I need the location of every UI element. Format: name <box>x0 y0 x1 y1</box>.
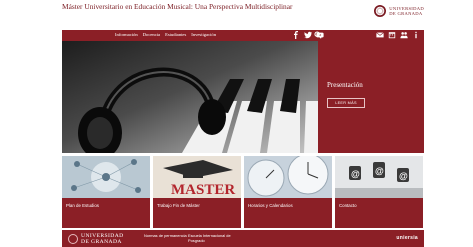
university-logo[interactable]: UNIVERSIDAD DE GRANADA <box>374 5 424 17</box>
master-cap-image: MASTER <box>153 156 241 198</box>
site-title[interactable]: Máster Universitario en Educación Musica… <box>62 3 302 11</box>
university-name-line2: DE GRANADA <box>389 11 423 16</box>
chess-at-sign-image: @ @ @ <box>335 156 423 198</box>
users-icon[interactable] <box>400 31 408 39</box>
nav-tools <box>314 31 420 39</box>
footer-university-name: UNIVERSIDAD DE GRANADA <box>81 233 124 245</box>
tile-trabajo-fin-de-master[interactable]: MASTER Trabajo Fin de Máster <box>153 156 241 228</box>
hero-piano-headphones-image <box>62 41 318 153</box>
university-seal-icon <box>374 5 387 17</box>
nav-item-docencia[interactable]: Docencia <box>143 32 160 37</box>
read-more-button[interactable]: LEER MÁS <box>327 98 365 108</box>
feature-tiles: Plan de Estudios MASTER Trabajo Fin de M… <box>62 156 424 228</box>
svg-text:MASTER: MASTER <box>171 182 235 198</box>
nav-links: Información Docencia Estudiantes Investi… <box>115 32 216 37</box>
tile-label: Plan de Estudios <box>66 203 99 208</box>
footer-university-logo[interactable]: UNIVERSIDAD DE GRANADA <box>68 233 124 245</box>
footer-university-name-line2: DE GRANADA <box>81 239 122 245</box>
tile-label: Trabajo Fin de Máster <box>157 203 200 208</box>
tile-plan-de-estudios[interactable]: Plan de Estudios <box>62 156 150 228</box>
site-footer: UNIVERSIDAD DE GRANADA Normas de permane… <box>62 230 424 247</box>
page: Máster Universitario en Educación Musica… <box>62 0 424 247</box>
nav-item-estudiantes[interactable]: Estudiantes <box>165 32 186 37</box>
nav-item-investigacion[interactable]: Investigación <box>191 32 216 37</box>
svg-text:@: @ <box>351 169 360 179</box>
main-navigation: Información Docencia Estudiantes Investi… <box>62 30 424 41</box>
facebook-icon[interactable] <box>292 31 300 39</box>
tile-label: Contacto <box>339 203 357 208</box>
presentation-title: Presentación <box>327 81 363 89</box>
clocks-image <box>244 156 332 198</box>
hero-banner: Presentación LEER MÁS <box>62 41 424 153</box>
info-icon[interactable] <box>412 31 420 39</box>
music-network-image <box>62 156 150 198</box>
presentation-panel: Presentación LEER MÁS <box>318 41 424 153</box>
nav-item-informacion[interactable]: Información <box>115 32 138 37</box>
svg-text:@: @ <box>375 166 384 176</box>
footer-link-escuela[interactable]: Escuela Internacional de Posgrado <box>188 233 231 243</box>
university-seal-icon <box>68 234 78 244</box>
calendar-icon[interactable] <box>388 31 396 39</box>
footer-link-escuela-line2: Posgrado <box>188 237 205 243</box>
tile-label: Horarios y Calendarios <box>248 203 293 208</box>
tile-horarios-y-calendarios[interactable]: Horarios y Calendarios <box>244 156 332 228</box>
mail-icon[interactable] <box>376 31 384 39</box>
twitter-icon[interactable] <box>304 31 312 39</box>
search-icon[interactable] <box>314 31 322 39</box>
university-name: UNIVERSIDAD DE GRANADA <box>389 6 424 16</box>
footer-link-normas-text: Normas de permanencia <box>144 233 187 238</box>
site-header: Máster Universitario en Educación Musica… <box>62 0 424 30</box>
footer-link-normas[interactable]: Normas de permanencia <box>144 233 187 239</box>
tile-contacto[interactable]: @ @ @ Contacto <box>335 156 423 228</box>
svg-text:@: @ <box>399 171 408 181</box>
universia-logo[interactable]: uniersia <box>396 235 418 241</box>
